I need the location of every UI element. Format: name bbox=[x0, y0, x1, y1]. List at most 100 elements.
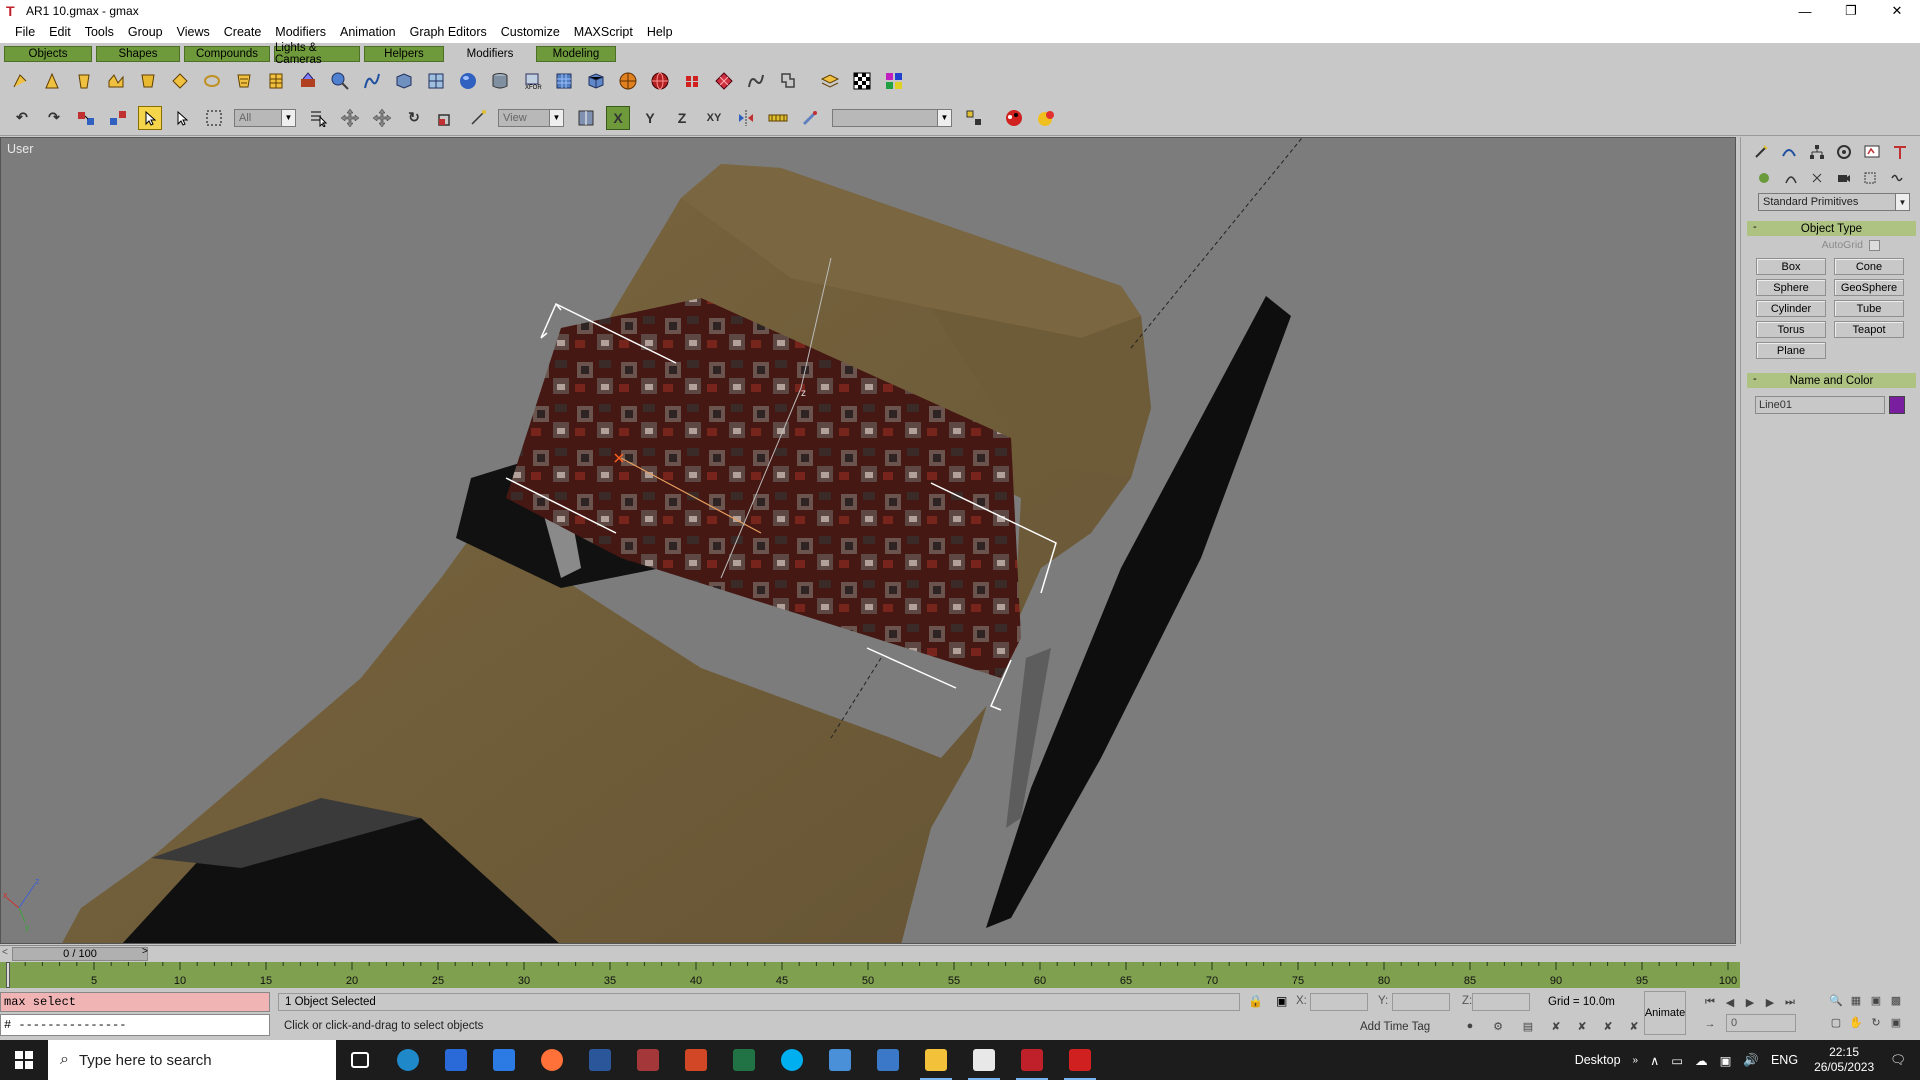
region-zoom-icon[interactable]: ▢ bbox=[1826, 1014, 1846, 1030]
key-tangent-icon[interactable]: ✘ bbox=[1626, 1018, 1642, 1034]
named-selection-dropdown[interactable]: ▼ bbox=[832, 108, 952, 127]
xform-modifier-icon[interactable]: XFORM bbox=[520, 69, 544, 93]
diamond-grid-icon[interactable] bbox=[712, 69, 736, 93]
sphere-button[interactable]: Sphere bbox=[1756, 279, 1826, 296]
menu-help[interactable]: Help bbox=[640, 22, 680, 43]
layers-icon[interactable] bbox=[818, 69, 842, 93]
set-key-icon[interactable]: ✘ bbox=[1574, 1018, 1590, 1034]
material-editor-icon[interactable] bbox=[1002, 106, 1026, 130]
geometry-icon[interactable] bbox=[1756, 170, 1772, 186]
unlink-icon[interactable] bbox=[106, 106, 130, 130]
goto-end-icon[interactable]: ⏭ bbox=[1780, 994, 1800, 1010]
lathe-icon[interactable] bbox=[776, 69, 800, 93]
uvw-map-icon[interactable] bbox=[424, 69, 448, 93]
viewport-label[interactable]: User bbox=[7, 142, 33, 156]
object-category-dropdown[interactable]: Standard Primitives ▼ bbox=[1758, 193, 1910, 211]
pivot-center-icon[interactable] bbox=[574, 106, 598, 130]
lattice-icon[interactable] bbox=[232, 69, 256, 93]
pan-hand-icon[interactable]: ✋ bbox=[1846, 1014, 1866, 1030]
cylinder-button[interactable]: Cylinder bbox=[1756, 300, 1826, 317]
settings-gear-icon[interactable]: ⚙ bbox=[1490, 1018, 1506, 1034]
menu-group[interactable]: Group bbox=[121, 22, 170, 43]
clock[interactable]: 22:15 26/05/2023 bbox=[1814, 1045, 1874, 1075]
utilities-tab-icon[interactable] bbox=[1890, 142, 1910, 162]
time-slider-next-icon[interactable]: > bbox=[142, 946, 148, 957]
key-mode-icon[interactable]: ● bbox=[1462, 1018, 1478, 1034]
motion-tab-icon[interactable] bbox=[1834, 142, 1854, 162]
rotate-icon[interactable]: ↻ bbox=[402, 106, 426, 130]
snap-toggle-icon[interactable] bbox=[962, 106, 986, 130]
taskbar-app-game-app[interactable] bbox=[1056, 1040, 1104, 1080]
time-slider-prev-icon[interactable]: < bbox=[2, 947, 8, 958]
y-coordinate-field[interactable] bbox=[1392, 993, 1450, 1011]
taskbar-app-skype[interactable] bbox=[768, 1040, 816, 1080]
spherify-icon[interactable] bbox=[200, 69, 224, 93]
time-config-icon[interactable]: ▤ bbox=[1520, 1018, 1536, 1034]
tab-shapes[interactable]: Shapes bbox=[96, 45, 180, 62]
cone-button[interactable]: Cone bbox=[1834, 258, 1904, 275]
minimize-button[interactable]: — bbox=[1782, 0, 1828, 22]
cylinder-map-icon[interactable] bbox=[488, 69, 512, 93]
edit-spline-icon[interactable] bbox=[360, 69, 384, 93]
auto-key-icon[interactable]: ✘ bbox=[1600, 1018, 1616, 1034]
taskbar-app-gmax[interactable] bbox=[1008, 1040, 1056, 1080]
tab-objects[interactable]: Objects bbox=[4, 45, 92, 62]
redo-icon[interactable]: ↷ bbox=[42, 106, 66, 130]
maxscript-listener-input[interactable]: max select bbox=[0, 992, 270, 1012]
zoom-icon[interactable]: 🔍 bbox=[1826, 992, 1846, 1008]
reference-coord-dropdown[interactable]: View ▼ bbox=[498, 108, 564, 127]
align-icon[interactable] bbox=[766, 106, 790, 130]
tube-button[interactable]: Tube bbox=[1834, 300, 1904, 317]
axis-constraint-z-icon[interactable]: Z bbox=[670, 106, 694, 130]
helpers-icon[interactable] bbox=[1862, 170, 1878, 186]
edit-mesh-icon[interactable] bbox=[328, 69, 352, 93]
tab-lights-cameras[interactable]: Lights & Cameras bbox=[274, 42, 360, 66]
min-max-toggle-icon[interactable]: ▣ bbox=[1886, 1014, 1906, 1030]
select-link-icon[interactable] bbox=[74, 106, 98, 130]
taskbar-app-control-panel[interactable] bbox=[864, 1040, 912, 1080]
taskbar-app-edge[interactable] bbox=[384, 1040, 432, 1080]
menu-views[interactable]: Views bbox=[170, 22, 217, 43]
key-mode-toggle-icon[interactable]: → bbox=[1702, 1016, 1718, 1032]
globe-grid-icon[interactable] bbox=[648, 69, 672, 93]
mirror-icon[interactable] bbox=[734, 106, 758, 130]
noise-icon[interactable] bbox=[104, 69, 128, 93]
menu-edit[interactable]: Edit bbox=[42, 22, 78, 43]
close-button[interactable]: ✕ bbox=[1874, 0, 1920, 22]
select-by-name-icon[interactable] bbox=[170, 106, 194, 130]
object-name-field[interactable]: Line01 bbox=[1755, 396, 1885, 414]
object-type-rollout-header[interactable]: - Object Type bbox=[1747, 221, 1916, 236]
taskbar-app-access[interactable] bbox=[624, 1040, 672, 1080]
maximize-button[interactable]: ❐ bbox=[1828, 0, 1874, 22]
zoom-all-icon[interactable]: ▦ bbox=[1846, 992, 1866, 1008]
rectangular-selection-icon[interactable] bbox=[202, 106, 226, 130]
plane-button[interactable]: Plane bbox=[1756, 342, 1826, 359]
cloud-icon[interactable]: ☁ bbox=[1695, 1053, 1708, 1068]
squeeze-icon[interactable] bbox=[168, 69, 192, 93]
select-move-icon[interactable] bbox=[338, 106, 362, 130]
axis-constraint-x-icon[interactable]: X bbox=[606, 105, 630, 130]
language-indicator[interactable]: ENG bbox=[1771, 1053, 1798, 1067]
volume-icon[interactable]: 🔊 bbox=[1743, 1053, 1759, 1068]
lock-selection-icon[interactable]: 🔒 bbox=[1248, 994, 1263, 1008]
desktop-toolbar-label[interactable]: Desktop bbox=[1575, 1053, 1621, 1067]
play-icon[interactable]: ▶ bbox=[1740, 994, 1760, 1010]
current-frame-field[interactable]: 0 bbox=[1726, 1014, 1796, 1032]
taskbar-app-word[interactable] bbox=[576, 1040, 624, 1080]
twist-icon[interactable] bbox=[72, 69, 96, 93]
meet-now-icon[interactable]: ▭ bbox=[1671, 1053, 1683, 1068]
menu-file[interactable]: File bbox=[8, 22, 42, 43]
box-button[interactable]: Box bbox=[1756, 258, 1826, 275]
taskbar-app-window-app[interactable] bbox=[960, 1040, 1008, 1080]
stretch-icon[interactable] bbox=[136, 69, 160, 93]
axis-constraint-y-icon[interactable]: Y bbox=[638, 106, 662, 130]
menu-animation[interactable]: Animation bbox=[333, 22, 403, 43]
z-coordinate-field[interactable] bbox=[1472, 993, 1530, 1011]
time-slider-thumb[interactable]: 0 / 100 bbox=[12, 947, 148, 961]
taskbar-app-powerpoint[interactable] bbox=[672, 1040, 720, 1080]
autogrid-checkbox[interactable] bbox=[1869, 239, 1880, 251]
path-deform-icon[interactable] bbox=[744, 69, 768, 93]
taskbar-app-file-explorer[interactable] bbox=[912, 1040, 960, 1080]
taskbar-app-network-app[interactable] bbox=[816, 1040, 864, 1080]
tab-modifiers[interactable]: Modifiers bbox=[448, 45, 532, 62]
